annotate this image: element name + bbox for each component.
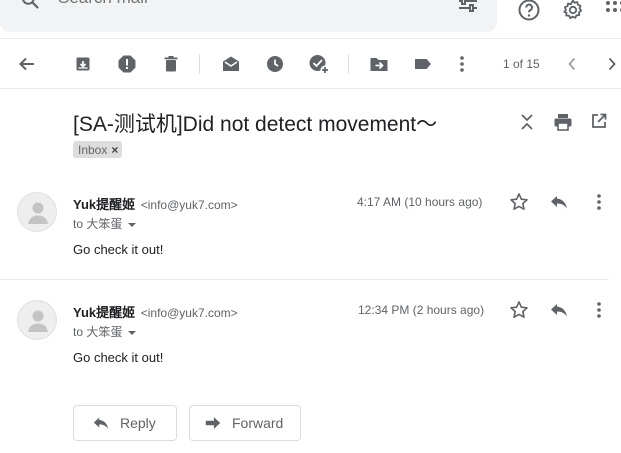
sender-avatar[interactable] xyxy=(17,192,57,232)
recipient-line[interactable]: to 大笨蛋 xyxy=(73,323,137,340)
recipient-text: to 大笨蛋 xyxy=(73,217,123,231)
message-divider xyxy=(0,279,609,280)
reply-icon xyxy=(93,417,109,429)
search-options-icon[interactable] xyxy=(456,0,480,13)
report-spam-icon[interactable] xyxy=(116,53,138,75)
toolbar-divider xyxy=(0,88,621,89)
more-vert-icon[interactable] xyxy=(588,191,610,213)
forward-button-label: Forward xyxy=(232,415,284,431)
more-vert-icon[interactable] xyxy=(451,53,473,75)
toolbar-separator xyxy=(348,54,349,74)
forward-icon xyxy=(205,417,221,429)
chevron-down-icon[interactable] xyxy=(128,222,137,227)
search-input[interactable] xyxy=(58,0,438,8)
move-to-folder-icon[interactable] xyxy=(368,53,390,75)
message-time: 12:34 PM (2 hours ago) xyxy=(358,303,485,317)
forward-button[interactable]: Forward xyxy=(189,405,301,441)
reply-button[interactable]: Reply xyxy=(73,405,177,441)
print-icon[interactable] xyxy=(553,112,573,132)
thread-subject: [SA-测试机]Did not detect movement～ xyxy=(73,113,438,136)
label-text: Inbox xyxy=(78,143,108,157)
back-arrow-icon[interactable] xyxy=(16,53,38,75)
header-divider xyxy=(0,38,621,39)
star-icon[interactable] xyxy=(508,191,530,213)
search-icon[interactable] xyxy=(20,0,40,10)
message-body: Go check it out! xyxy=(73,242,164,257)
settings-gear-icon[interactable] xyxy=(561,0,585,22)
more-vert-icon[interactable] xyxy=(588,299,610,321)
star-icon[interactable] xyxy=(508,299,530,321)
label-tag-icon[interactable] xyxy=(412,53,434,75)
sender-email: <info@yuk7.com> xyxy=(140,198,238,212)
sender-line: Yuk提醒姬 <info@yuk7.com> xyxy=(73,194,238,213)
open-new-window-icon[interactable] xyxy=(590,112,610,132)
apps-grid-icon[interactable] xyxy=(604,0,621,20)
toolbar-separator xyxy=(199,54,200,74)
search-box[interactable] xyxy=(0,0,497,32)
chevron-down-icon[interactable] xyxy=(128,330,137,335)
sender-line: Yuk提醒姬 <info@yuk7.com> xyxy=(73,302,238,321)
snooze-clock-icon[interactable] xyxy=(264,53,286,75)
reply-icon[interactable] xyxy=(548,299,570,321)
sender-email: <info@yuk7.com> xyxy=(140,306,238,320)
message-body: Go check it out! xyxy=(73,350,164,365)
reply-button-label: Reply xyxy=(120,415,156,431)
help-icon[interactable] xyxy=(517,0,541,22)
pagination-count: 1 of 15 xyxy=(503,57,540,71)
recipient-line[interactable]: to 大笨蛋 xyxy=(73,215,137,232)
chevron-right-icon[interactable] xyxy=(601,53,621,75)
sender-name: Yuk提醒姬 xyxy=(73,305,136,320)
inbox-label-chip: Inbox × xyxy=(73,141,123,158)
delete-icon[interactable] xyxy=(160,53,182,75)
chevron-left-icon[interactable] xyxy=(561,53,583,75)
message-time: 4:17 AM (10 hours ago) xyxy=(357,195,483,209)
message-toolbar: 1 of 15 xyxy=(0,44,621,84)
mark-unread-icon[interactable] xyxy=(220,53,242,75)
recipient-text: to 大笨蛋 xyxy=(73,325,123,339)
expand-all-icon[interactable] xyxy=(517,112,537,132)
add-to-tasks-icon[interactable] xyxy=(308,53,330,75)
reply-icon[interactable] xyxy=(548,191,570,213)
sender-avatar[interactable] xyxy=(17,300,57,340)
archive-icon[interactable] xyxy=(72,53,94,75)
sender-name: Yuk提醒姬 xyxy=(73,197,136,212)
remove-label-button[interactable]: × xyxy=(111,143,118,157)
top-bar xyxy=(0,0,621,36)
